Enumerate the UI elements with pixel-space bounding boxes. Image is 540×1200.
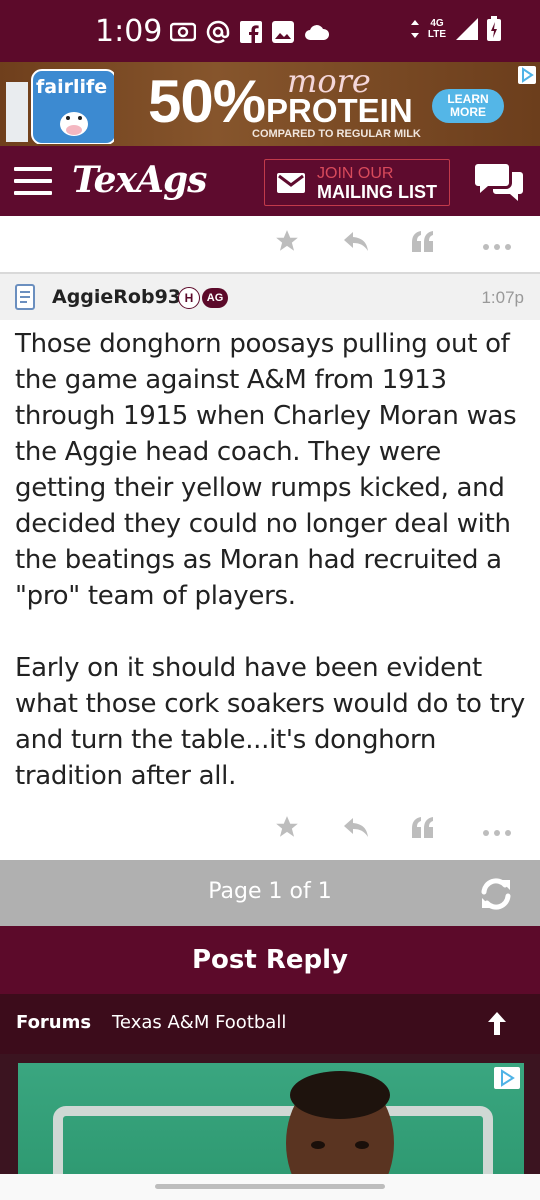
adchoices-icon[interactable] [518, 66, 536, 84]
learn-more-button[interactable]: LEARN MORE [432, 89, 504, 123]
image-icon [272, 21, 294, 43]
reply-icon[interactable] [342, 814, 370, 844]
chat-bubbles-icon[interactable] [474, 162, 524, 202]
post-body: Those donghorn poosays pulling out of th… [15, 326, 530, 830]
refresh-icon[interactable] [476, 874, 516, 914]
status-icons-left [170, 20, 330, 44]
page-indicator[interactable]: Page 1 of 1 [0, 879, 540, 904]
more-options-icon[interactable] [482, 236, 512, 255]
status-time: 1:09 [95, 14, 163, 49]
badge-ag: AG [202, 288, 228, 308]
texags-logo[interactable]: TexAgs [72, 159, 207, 201]
breadcrumb-subforum[interactable]: Texas A&M Football [112, 1012, 286, 1033]
post-reply-button[interactable]: Post Reply [0, 926, 540, 994]
star-icon[interactable] [274, 814, 300, 844]
status-bar: 1:09 4G LTE [0, 0, 540, 62]
mailing-list-button[interactable]: JOIN OUR MAILING LIST [264, 159, 450, 206]
post-actions [0, 804, 540, 848]
post-paragraph: Early on it should have been evident wha… [15, 653, 526, 791]
adchoices-icon[interactable] [494, 1067, 520, 1089]
more-options-icon[interactable] [482, 822, 512, 841]
envelope-icon [277, 172, 305, 193]
post-note-icon[interactable] [14, 283, 36, 311]
signal-icon [454, 16, 480, 42]
site-header: TexAgs JOIN OUR MAILING LIST [0, 146, 540, 216]
post-username[interactable]: AggieRob93 [52, 286, 181, 308]
data-arrows-icon [410, 18, 420, 40]
network-label: 4G LTE [427, 18, 447, 40]
mailing-line1: JOIN OUR [317, 164, 394, 182]
breadcrumb-forums[interactable]: Forums [16, 1012, 91, 1033]
ad-headline-word: PROTEIN [266, 92, 413, 129]
battery-charging-icon [486, 16, 502, 42]
post-header: AggieRob93 H AG 1:07p [0, 274, 540, 320]
pagination-bar: Page 1 of 1 [0, 860, 540, 926]
facebook-icon [240, 21, 262, 43]
fairlife-brand-text: fairlife [36, 76, 108, 98]
learn-more-line2: MORE [450, 105, 486, 119]
scroll-top-arrow-icon[interactable] [486, 1009, 508, 1037]
radio-icon [170, 21, 196, 43]
status-icons-right: 4G LTE [410, 16, 502, 42]
home-gesture-pill[interactable] [155, 1184, 385, 1189]
ad-subtext: COMPARED TO REGULAR MILK [252, 128, 421, 140]
ad-headline-number: 50% [148, 68, 266, 135]
reply-icon[interactable] [342, 228, 370, 258]
post-paragraph: Those donghorn poosays pulling out of th… [15, 329, 517, 611]
bottom-ad-image [53, 1071, 493, 1174]
cloud-icon [304, 23, 330, 41]
star-icon[interactable] [274, 228, 300, 258]
prev-post-actions [0, 218, 540, 262]
hamburger-menu-icon[interactable] [14, 167, 52, 195]
bottom-ad-banner[interactable] [18, 1063, 524, 1174]
fairlife-logo: fairlife [6, 68, 117, 145]
mailing-line2: MAILING LIST [317, 181, 437, 202]
post-time: 1:07p [481, 288, 524, 307]
badge-h: H [178, 287, 200, 309]
at-icon [206, 20, 230, 44]
mailing-list-text: JOIN OUR MAILING LIST [317, 165, 437, 201]
navigation-bar [0, 1174, 540, 1200]
breadcrumb: Forums Texas A&M Football [0, 994, 540, 1054]
quote-icon[interactable] [410, 814, 436, 844]
top-ad-banner[interactable]: fairlife 50% more PROTEIN COMPARED TO RE… [0, 62, 540, 146]
quote-icon[interactable] [410, 228, 436, 258]
